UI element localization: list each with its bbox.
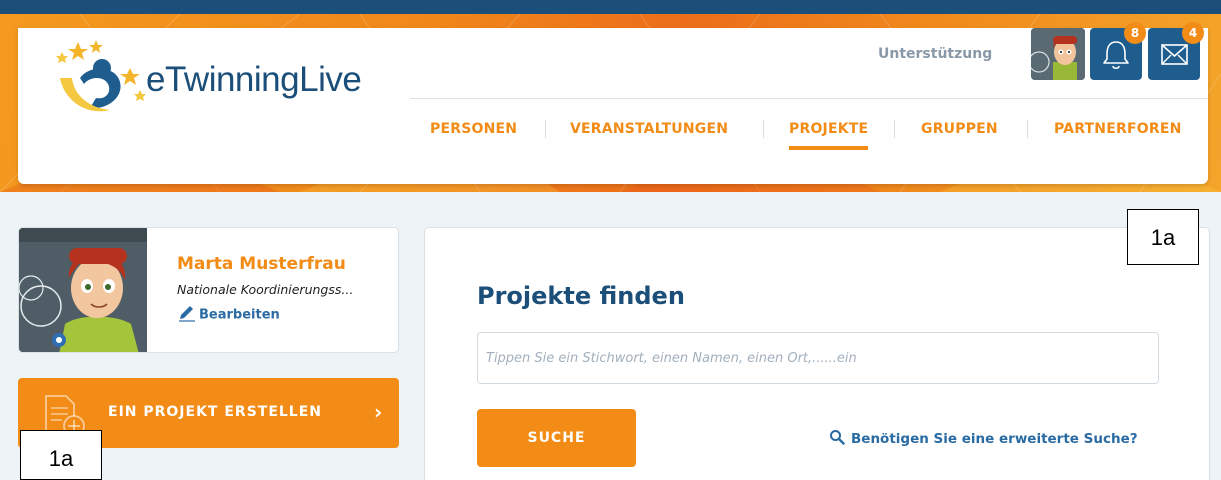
logo-text[interactable]: eTwinningLive (146, 60, 362, 100)
profile-name[interactable]: Marta Musterfrau (177, 254, 346, 274)
nav-item-gruppen[interactable]: GRUPPEN (921, 121, 998, 137)
search-button[interactable]: SUCHE (477, 409, 636, 467)
messages-button[interactable]: 4 (1148, 22, 1204, 80)
advanced-search-label: Benötigen Sie eine erweiterte Suche? (851, 431, 1138, 447)
top-bar (0, 0, 1221, 14)
profile-role: Nationale Koordinierungss... (177, 282, 354, 297)
header-card (18, 28, 1208, 184)
messages-count-badge: 4 (1182, 22, 1204, 44)
chevron-right-icon: › (374, 400, 383, 424)
nav-separator (763, 120, 764, 138)
pencil-icon (177, 304, 199, 326)
avatar-image (1031, 28, 1085, 80)
edit-profile-label: Bearbeiten (199, 307, 280, 323)
nav-item-personen[interactable]: PERSONEN (430, 121, 517, 137)
project-search-card: Projekte finden SUCHE Benötigen Sie eine… (424, 227, 1210, 480)
search-input[interactable] (477, 332, 1159, 384)
notifications-button[interactable]: 8 (1090, 22, 1146, 80)
search-title: Projekte finden (477, 282, 685, 310)
etwinning-logo-icon[interactable] (50, 38, 150, 118)
notifications-count-badge: 8 (1124, 22, 1146, 44)
support-link[interactable]: Unterstützung (878, 46, 992, 62)
annotation-label: 1a (1127, 209, 1199, 265)
profile-avatar[interactable] (19, 228, 147, 352)
edit-profile-link[interactable]: Bearbeiten (177, 304, 280, 326)
nav-item-projekte[interactable]: PROJEKTE (789, 121, 868, 137)
user-avatar[interactable] (1031, 28, 1085, 80)
nav-item-partnerforen[interactable]: PARTNERFOREN (1054, 121, 1182, 137)
nav-separator (545, 120, 546, 138)
nav-separator (894, 120, 895, 138)
profile-avatar-image (19, 228, 147, 352)
profile-card: Marta Musterfrau Nationale Koordinierung… (18, 227, 399, 353)
nav-active-indicator (789, 146, 868, 150)
advanced-search-link[interactable]: Benötigen Sie eine erweiterte Suche? (829, 429, 1138, 449)
annotation-label: 1a (20, 430, 102, 480)
search-icon (829, 429, 845, 449)
create-project-label: EIN PROJEKT ERSTELLEN (108, 404, 323, 420)
nav-divider (410, 98, 1208, 99)
nav-item-veranstaltungen[interactable]: VERANSTALTUNGEN (570, 121, 728, 137)
nav-separator (1027, 120, 1028, 138)
